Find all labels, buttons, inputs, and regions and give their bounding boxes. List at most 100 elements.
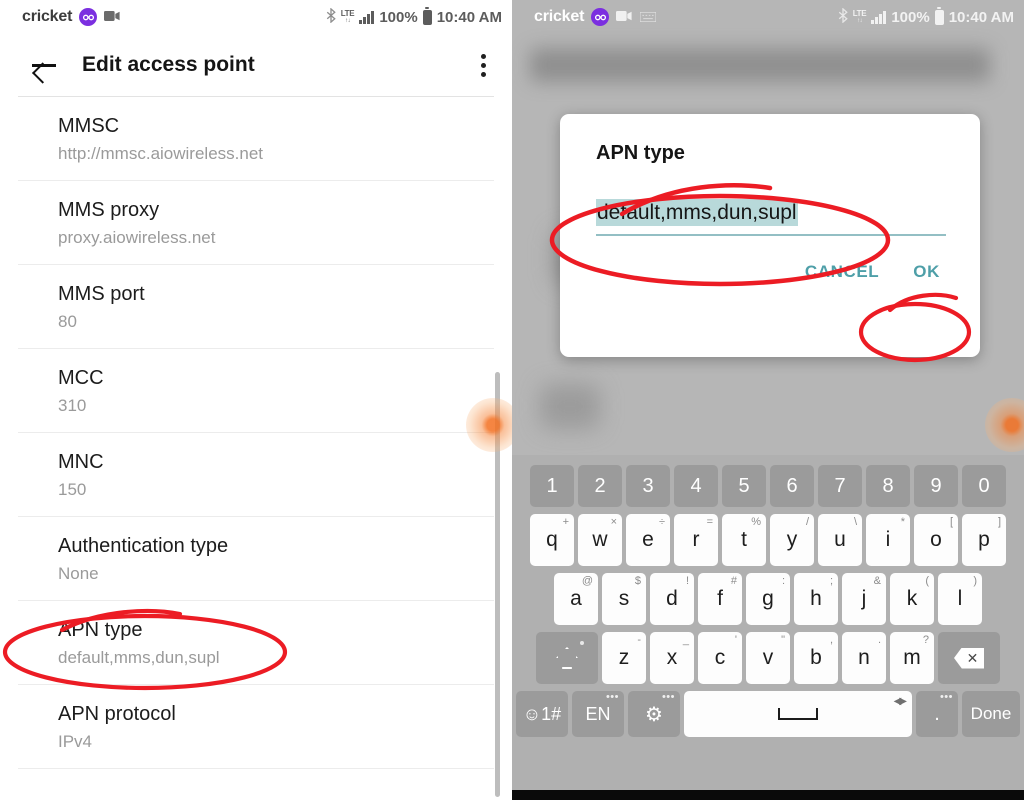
setting-row-mnc[interactable]: MNC 150 bbox=[18, 433, 494, 517]
on-screen-keyboard: 1 2 3 4 5 6 7 8 9 0 + q × w ÷ e = r % t / y \ u… bbox=[512, 455, 1024, 800]
setting-title: APN protocol bbox=[58, 703, 176, 725]
setting-value: None bbox=[58, 564, 99, 583]
key-label: j bbox=[861, 587, 867, 610]
key-9[interactable]: 9 bbox=[914, 465, 958, 507]
key-g[interactable]: :g bbox=[746, 573, 790, 625]
carrier-name: cricket bbox=[22, 8, 73, 25]
key-0[interactable]: 0 bbox=[962, 465, 1006, 507]
backspace-icon[interactable]: ✕ bbox=[938, 632, 1000, 684]
ok-button[interactable]: OK bbox=[913, 262, 940, 282]
language-key[interactable]: ••• EN bbox=[572, 691, 624, 737]
key-4[interactable]: 4 bbox=[674, 465, 718, 507]
done-key[interactable]: Done bbox=[962, 691, 1020, 737]
key-6[interactable]: 6 bbox=[770, 465, 814, 507]
key-sub-label: = bbox=[706, 516, 713, 528]
key-label: m bbox=[903, 646, 921, 669]
key-sub-label: @ bbox=[581, 575, 593, 587]
key-z[interactable]: -z bbox=[602, 632, 646, 684]
setting-row-mms-proxy[interactable]: MMS proxy proxy.aiowireless.net bbox=[18, 181, 494, 265]
right-panel-apn-type-dialog: cricket LTE ↑↓ 100% 10:40 AM APN type de… bbox=[512, 0, 1024, 800]
key-s[interactable]: $ s bbox=[602, 573, 646, 625]
key-3[interactable]: 3 bbox=[626, 465, 670, 507]
overflow-menu-icon[interactable] bbox=[475, 48, 492, 83]
key-r[interactable]: = r bbox=[674, 514, 718, 566]
key-sub-label: ( bbox=[925, 575, 929, 587]
setting-row-mms-port[interactable]: MMS port 80 bbox=[18, 265, 494, 349]
key-x[interactable]: _ x bbox=[650, 632, 694, 684]
setting-title: MNC bbox=[58, 451, 104, 473]
setting-row-authentication-type[interactable]: Authentication type None bbox=[18, 517, 494, 601]
period-key[interactable]: ••• . bbox=[916, 691, 958, 737]
key-7[interactable]: 7 bbox=[818, 465, 862, 507]
app-toolbar: Edit access point bbox=[0, 34, 512, 96]
key-n[interactable]: .n bbox=[842, 632, 886, 684]
blurred-background-element bbox=[540, 384, 600, 429]
key-5[interactable]: 5 bbox=[722, 465, 766, 507]
blurred-background-appbar bbox=[530, 48, 990, 82]
key-c[interactable]: ' c bbox=[698, 632, 742, 684]
key-sub-label: ' bbox=[734, 634, 737, 646]
status-bar-indicators: LTE ↑↓ 100% 10:40 AM bbox=[838, 6, 1014, 27]
shift-icon[interactable] bbox=[536, 632, 598, 684]
carrier-logo-icon bbox=[591, 8, 610, 26]
key-a[interactable]: @ a bbox=[554, 573, 598, 625]
dialog-title: APN type bbox=[596, 142, 685, 164]
keyboard-row-qwerty: + q × w ÷ e = r % t / y \ u * i [o ] p bbox=[516, 514, 1020, 566]
key-y[interactable]: / y bbox=[770, 514, 814, 566]
setting-value: 80 bbox=[58, 312, 77, 331]
key-8[interactable]: 8 bbox=[866, 465, 910, 507]
key-2[interactable]: 2 bbox=[578, 465, 622, 507]
apn-type-input[interactable]: default,mms,dun,supl bbox=[596, 199, 946, 236]
key-q[interactable]: + q bbox=[530, 514, 574, 566]
key-sub-label: & bbox=[873, 575, 881, 587]
key-m[interactable]: ? m bbox=[890, 632, 934, 684]
key-w[interactable]: × w bbox=[578, 514, 622, 566]
key-1[interactable]: 1 bbox=[530, 465, 574, 507]
key-v[interactable]: " v bbox=[746, 632, 790, 684]
keyboard-icon bbox=[639, 9, 657, 26]
setting-value: 150 bbox=[58, 480, 87, 499]
key-sub-label: ; bbox=[829, 575, 833, 587]
key-p[interactable]: ] p bbox=[962, 514, 1006, 566]
key-sub-label: + bbox=[562, 516, 569, 528]
key-b[interactable]: ,b bbox=[794, 632, 838, 684]
key-label: w bbox=[592, 528, 608, 551]
setting-row-apn-protocol[interactable]: APN protocol IPv4 bbox=[18, 685, 494, 769]
space-bar-key[interactable]: ◀▶ bbox=[684, 691, 912, 737]
key-label: f bbox=[717, 587, 723, 610]
keyboard-settings-key[interactable]: ••• ⚙ bbox=[628, 691, 680, 737]
symbols-emoji-key[interactable]: ☺1# bbox=[516, 691, 568, 737]
setting-title: MMS proxy bbox=[58, 199, 160, 221]
key-l[interactable]: ) l bbox=[938, 573, 982, 625]
vertical-scrollbar[interactable] bbox=[495, 372, 500, 797]
cancel-button[interactable]: CANCEL bbox=[805, 262, 879, 282]
status-bar-right: cricket LTE ↑↓ 100% 10:40 AM bbox=[512, 0, 1024, 34]
language-label: EN bbox=[585, 703, 611, 724]
key-label: a bbox=[570, 587, 582, 610]
back-arrow-icon[interactable] bbox=[30, 51, 58, 79]
key-sub-label: - bbox=[637, 634, 641, 646]
status-bar-left: cricket LTE ↑↓ 100% 10:40 AM bbox=[0, 0, 512, 34]
key-o[interactable]: [o bbox=[914, 514, 958, 566]
key-i[interactable]: * i bbox=[866, 514, 910, 566]
key-sub-label: \ bbox=[853, 516, 857, 528]
key-sub-label: # bbox=[730, 575, 737, 587]
key-k[interactable]: (k bbox=[890, 573, 934, 625]
setting-row-apn-type[interactable]: APN type default,mms,dun,supl bbox=[18, 601, 494, 685]
key-t[interactable]: % t bbox=[722, 514, 766, 566]
setting-title: APN type bbox=[58, 619, 143, 641]
key-f[interactable]: # f bbox=[698, 573, 742, 625]
video-camera-icon bbox=[104, 9, 121, 26]
setting-row-mcc[interactable]: MCC 310 bbox=[18, 349, 494, 433]
key-label: h bbox=[810, 587, 822, 610]
key-j[interactable]: & j bbox=[842, 573, 886, 625]
key-d[interactable]: ! d bbox=[650, 573, 694, 625]
key-label: y bbox=[786, 528, 798, 551]
key-sub-label: [ bbox=[949, 516, 953, 528]
setting-row-mmsc[interactable]: MMSC http://mmsc.aiowireless.net bbox=[18, 97, 494, 181]
key-u[interactable]: \ u bbox=[818, 514, 862, 566]
bluetooth-icon bbox=[326, 6, 336, 27]
key-h[interactable]: ; h bbox=[794, 573, 838, 625]
more-dots-icon: ••• bbox=[939, 691, 953, 703]
key-e[interactable]: ÷ e bbox=[626, 514, 670, 566]
